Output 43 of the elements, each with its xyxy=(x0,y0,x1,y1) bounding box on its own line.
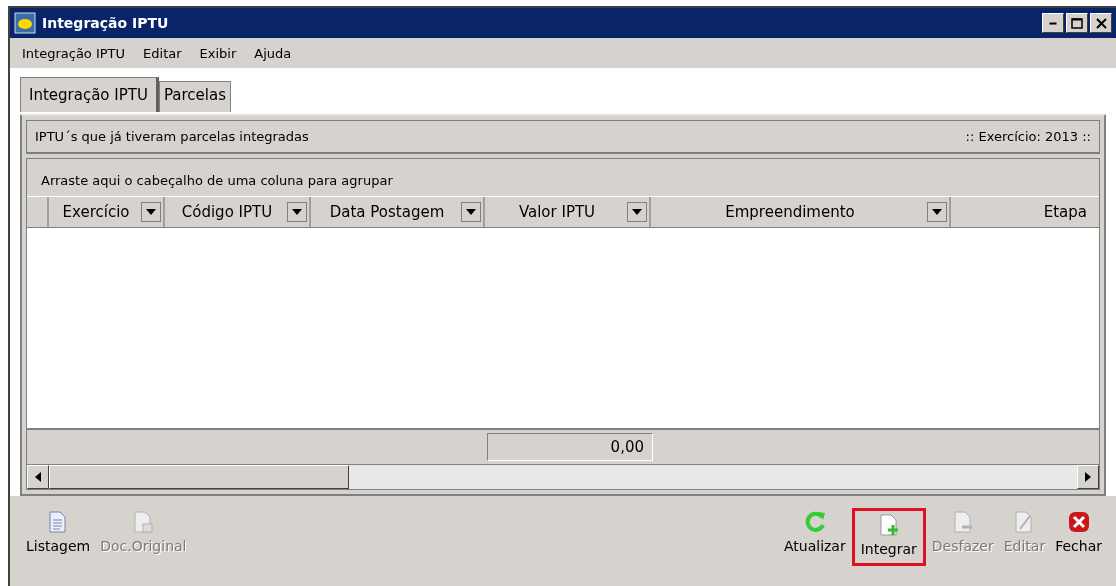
maximize-button[interactable] xyxy=(1066,13,1088,33)
horizontal-scrollbar[interactable] xyxy=(27,464,1099,489)
caret-icon xyxy=(466,209,476,215)
document-minus-icon xyxy=(951,510,974,534)
panel-title: IPTU´s que já tiveram parcelas integradas xyxy=(35,129,309,144)
scroll-left-button[interactable] xyxy=(27,465,49,489)
year-label: :: Exercício: 2013 :: xyxy=(965,129,1091,144)
group-by-hint: Arraste aqui o cabeçalho de uma coluna para agrupar xyxy=(40,172,394,190)
menu-item[interactable]: Exibir xyxy=(199,45,237,61)
dropdown-button[interactable] xyxy=(627,202,647,222)
close-button[interactable] xyxy=(1090,13,1112,33)
window-title: Integração IPTU xyxy=(42,15,170,31)
document-lock-icon xyxy=(132,510,155,534)
close-icon xyxy=(1095,17,1107,29)
scroll-right-button[interactable] xyxy=(1077,465,1099,489)
dropdown-button[interactable] xyxy=(141,202,161,222)
menu-item[interactable]: Ajuda xyxy=(254,45,292,61)
app-icon xyxy=(14,12,36,34)
right-arrow-icon xyxy=(1085,472,1091,482)
left-arrow-icon xyxy=(35,472,41,482)
refresh-icon xyxy=(803,510,826,534)
total-field: 0,00 xyxy=(487,433,653,461)
menu-item[interactable]: Editar xyxy=(143,45,182,61)
caret-icon xyxy=(632,209,642,215)
document-plus-icon xyxy=(877,513,900,537)
caret-icon xyxy=(292,209,302,215)
toolbar-button[interactable]: Integrar xyxy=(851,508,926,566)
minimize-button[interactable] xyxy=(1042,13,1064,33)
tab[interactable]: Integração IPTU xyxy=(20,77,159,112)
caret-icon xyxy=(932,209,942,215)
close-icon xyxy=(1067,510,1090,534)
caret-icon xyxy=(146,209,156,215)
dropdown-button[interactable] xyxy=(927,202,947,222)
toolbar-button[interactable]: Fechar xyxy=(1051,508,1106,562)
toolbar-button[interactable]: Listagem xyxy=(22,508,95,562)
dropdown-button[interactable] xyxy=(461,202,481,222)
menu-item[interactable]: Integração IPTU xyxy=(22,45,126,61)
maximize-icon xyxy=(1071,17,1083,29)
toolbar-button[interactable]: Atualizar xyxy=(779,508,850,562)
tab[interactable]: Parcelas xyxy=(158,81,231,112)
minimize-icon xyxy=(1049,21,1057,25)
scroll-thumb[interactable] xyxy=(49,465,349,489)
dropdown-button[interactable] xyxy=(287,202,307,222)
